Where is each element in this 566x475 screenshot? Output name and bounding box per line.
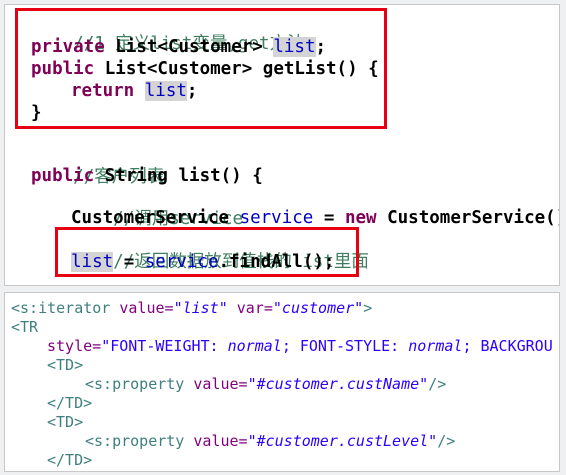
tag: </TD> xyxy=(47,394,93,412)
attribute-value: ; FONT-STYLE: xyxy=(281,337,409,355)
xml-line-8: <s:property value="#customer.custLevel"/… xyxy=(85,432,455,451)
xml-line-4: <TD> xyxy=(47,356,83,375)
code-text: CustomerService(); xyxy=(376,208,560,228)
tag: /> xyxy=(437,432,456,450)
code-text: = xyxy=(313,208,345,228)
attribute-value: "FONT-WEIGHT: xyxy=(101,337,228,355)
xml-line-2: <TR xyxy=(11,318,38,337)
keyword: public xyxy=(31,166,95,186)
code-line-9: CustomerService service = new CustomerSe… xyxy=(71,207,560,229)
tag: /> xyxy=(428,375,447,393)
tag: > xyxy=(363,299,373,317)
code-line-7: public String list() { xyxy=(31,165,263,187)
attribute-value: normal xyxy=(408,337,463,355)
tag: <TD> xyxy=(47,356,84,374)
tag: <s:iterator xyxy=(11,299,111,317)
keyword: new xyxy=(344,208,377,228)
tag: <TR xyxy=(11,318,39,336)
attribute: value= xyxy=(184,375,248,393)
jsp-code-panel: <s:iterator value="list" var="customer">… xyxy=(4,292,560,472)
xml-line-5: <s:property value="#customer.custName"/> xyxy=(85,375,446,394)
xml-line-7: <TD> xyxy=(47,413,83,432)
highlight-box-2 xyxy=(55,227,359,277)
code-text: String list() { xyxy=(94,166,263,186)
attribute-value: "#customer.custName" xyxy=(247,375,429,393)
attribute: value= xyxy=(184,432,248,450)
xml-line-1: <s:iterator value="list" var="customer"> xyxy=(11,299,372,318)
field-name: service xyxy=(239,208,314,228)
xml-line-9: </TD> xyxy=(47,451,92,470)
attribute: style= xyxy=(47,337,102,355)
tag: <s:property xyxy=(85,432,185,450)
tag: <s:property xyxy=(85,375,185,393)
attribute-value: "#customer.custLevel" xyxy=(247,432,438,450)
highlight-box-1 xyxy=(15,8,387,129)
tag: <TD> xyxy=(47,413,84,431)
attribute-value: "list" xyxy=(173,299,228,317)
xml-line-6: </TD> xyxy=(47,394,92,413)
attribute-value: "customer" xyxy=(272,299,364,317)
xml-line-3: style="FONT-WEIGHT: normal; FONT-STYLE: … xyxy=(47,337,553,356)
attribute: var= xyxy=(227,299,273,317)
java-code-panel: //1 定义list变量,get方法 private List<Customer… xyxy=(4,4,560,286)
attribute-value: normal xyxy=(227,337,282,355)
attribute: value= xyxy=(110,299,174,317)
tag: </TD> xyxy=(47,451,93,469)
attribute-value: ; BACKGROU xyxy=(462,337,553,355)
code-text: CustomerService xyxy=(71,208,240,228)
